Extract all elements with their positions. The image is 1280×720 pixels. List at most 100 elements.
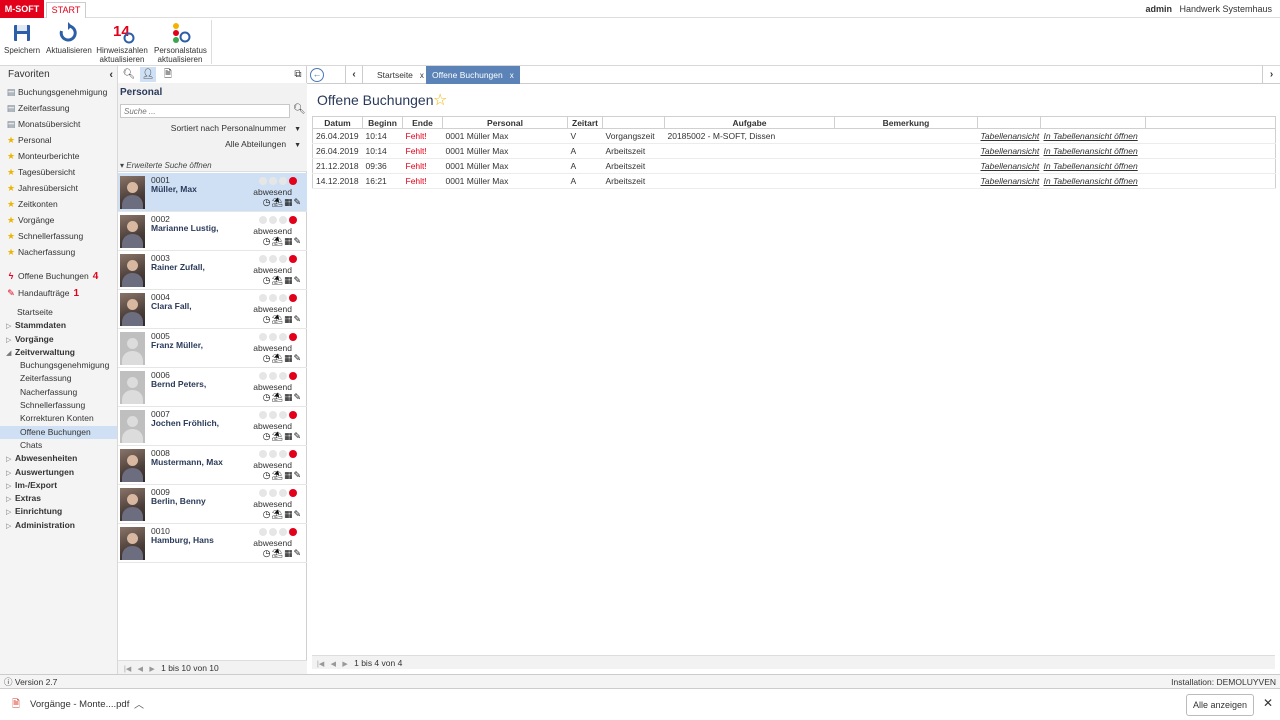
tab-offene-buchungen[interactable]: Offene Buchungen x	[426, 66, 520, 84]
pencil-icon[interactable]: ✎	[293, 431, 302, 441]
clock-icon[interactable]: ◷	[263, 548, 272, 558]
nav-sub-item[interactable]: Chats	[0, 439, 117, 452]
popout-icon[interactable]: ⧉	[290, 67, 306, 82]
favorite-item[interactable]: ★ Schnellerfassung	[0, 228, 117, 244]
nav-group[interactable]: ▷ Extras	[0, 492, 117, 505]
column-header[interactable]	[602, 116, 665, 129]
person-row[interactable]: 0001 Müller, Max abwesend ◷⛱▦✎	[118, 173, 307, 212]
search-icon[interactable]: 🔍︎	[121, 67, 137, 82]
nav-group[interactable]: ▷ Im-/Export	[0, 479, 117, 492]
open-in-table-link[interactable]: In Tabellenansicht öffnen	[1044, 131, 1138, 141]
umbrella-icon[interactable]: ⛱	[272, 509, 284, 519]
pencil-icon[interactable]: ✎	[293, 197, 302, 207]
person-row[interactable]: 0005 Franz Müller, abwesend ◷⛱▦✎	[118, 329, 307, 368]
clock-icon[interactable]: ◷	[263, 470, 272, 480]
tab-startseite[interactable]: Startseite x	[371, 66, 430, 84]
department-select[interactable]: Alle Abteilungen ▼	[225, 139, 301, 149]
extended-search-toggle[interactable]: ▾ Erweiterte Suche öffnen	[120, 161, 212, 170]
umbrella-icon[interactable]: ⛱	[272, 353, 284, 363]
alert-item[interactable]: ✎ Handaufträge 1	[0, 285, 117, 302]
person-row[interactable]: 0002 Marianne Lustig, abwesend ◷⛱▦✎	[118, 212, 307, 251]
umbrella-icon[interactable]: ⛱	[272, 392, 284, 402]
close-icon[interactable]: x	[420, 71, 424, 80]
nav-group[interactable]: ▷ Einrichtung	[0, 505, 117, 518]
umbrella-icon[interactable]: ⛱	[272, 314, 284, 324]
nav-startseite[interactable]: Startseite	[0, 306, 117, 319]
column-header[interactable]	[1040, 116, 1146, 129]
download-item[interactable]: 🗎 Vorgänge - Monte....pdf	[12, 697, 129, 714]
personnel-search-input[interactable]	[120, 104, 290, 118]
nav-sub-item[interactable]: Korrekturen Konten	[0, 412, 117, 425]
column-header[interactable]: Datum	[312, 116, 363, 129]
nav-sub-item[interactable]: Offene Buchungen	[0, 425, 117, 439]
clock-icon[interactable]: ◷	[263, 509, 272, 519]
favorite-item[interactable]: ★ Monteurberichte	[0, 148, 117, 164]
column-header[interactable]: Beginn	[362, 116, 403, 129]
pencil-icon[interactable]: ✎	[293, 392, 302, 402]
column-header[interactable]: Personal	[442, 116, 568, 129]
favorite-item[interactable]: ★ Nacherfassung	[0, 244, 117, 260]
nav-group[interactable]: ▷ Administration	[0, 519, 117, 532]
nav-group[interactable]: ▷ Stammdaten	[0, 319, 117, 332]
favorite-item[interactable]: ★ Vorgänge	[0, 212, 117, 228]
table-view-link[interactable]: Tabellenansicht	[981, 131, 1040, 141]
clock-icon[interactable]: ◷	[263, 353, 272, 363]
clock-icon[interactable]: ◷	[263, 431, 272, 441]
column-header[interactable]: Zeitart	[567, 116, 603, 129]
table-view-link[interactable]: Tabellenansicht	[981, 176, 1040, 186]
umbrella-icon[interactable]: ⛱	[272, 197, 284, 207]
person-row[interactable]: 0004 Clara Fall, abwesend ◷⛱▦✎	[118, 290, 307, 329]
nav-sub-item[interactable]: Buchungsgenehmigung	[0, 359, 117, 372]
close-icon[interactable]: x	[510, 71, 514, 80]
open-in-table-link[interactable]: In Tabellenansicht öffnen	[1044, 161, 1138, 171]
table-row[interactable]: 14.12.2018 16:21 Fehlt! 0001 Müller Max A Arb…	[312, 173, 1276, 189]
pencil-icon[interactable]: ✎	[293, 275, 302, 285]
table-view-link[interactable]: Tabellenansicht	[981, 161, 1040, 171]
favorite-item[interactable]: ▤ Buchungsgenehmigung	[0, 84, 117, 100]
nav-sub-item[interactable]: Zeiterfassung	[0, 372, 117, 385]
person-view-icon[interactable]: 👤︎	[140, 67, 156, 82]
user-name[interactable]: admin	[1145, 0, 1172, 18]
tab-scroll-left-icon[interactable]: ‹	[345, 66, 363, 84]
pencil-icon[interactable]: ✎	[293, 470, 302, 480]
collapse-sidebar-icon[interactable]: ‹	[109, 66, 113, 84]
column-header[interactable]: Aufgabe	[664, 116, 835, 129]
person-row[interactable]: 0006 Bernd Peters, abwesend ◷⛱▦✎	[118, 368, 307, 407]
chevron-up-icon[interactable]: ︿	[134, 696, 144, 711]
nav-group[interactable]: ▷ Vorgänge	[0, 333, 117, 346]
nav-group[interactable]: ◢ Zeitverwaltung	[0, 346, 117, 359]
clock-icon[interactable]: ◷	[263, 197, 272, 207]
pencil-icon[interactable]: ✎	[293, 548, 302, 558]
show-all-button[interactable]: Alle anzeigen	[1186, 694, 1254, 716]
umbrella-icon[interactable]: ⛱	[272, 236, 284, 246]
first-page-icon[interactable]: |◀	[317, 661, 324, 668]
column-header[interactable]	[1145, 116, 1276, 129]
table-row[interactable]: 26.04.2019 10:14 Fehlt! 0001 Müller Max V Vor…	[312, 128, 1276, 144]
person-row[interactable]: 0010 Hamburg, Hans abwesend ◷⛱▦✎	[118, 524, 307, 563]
refresh-hints-button[interactable]: 14 Hinweiszahlen aktualisieren	[96, 22, 148, 64]
favorite-star-icon[interactable]: ☆	[433, 90, 447, 110]
open-in-table-link[interactable]: In Tabellenansicht öffnen	[1044, 176, 1138, 186]
favorite-item[interactable]: ▤ Zeiterfassung	[0, 100, 117, 116]
clock-icon[interactable]: ◷	[263, 275, 272, 285]
clock-icon[interactable]: ◷	[263, 314, 272, 324]
prev-page-icon[interactable]: ◀	[331, 661, 336, 668]
tab-start[interactable]: START	[46, 2, 86, 18]
column-header[interactable]: Bemerkung	[834, 116, 978, 129]
refresh-status-button[interactable]: Personalstatus aktualisieren	[154, 22, 207, 64]
person-row[interactable]: 0003 Rainer Zufall, abwesend ◷⛱▦✎	[118, 251, 307, 290]
open-in-table-link[interactable]: In Tabellenansicht öffnen	[1044, 146, 1138, 156]
column-header[interactable]	[977, 116, 1041, 129]
column-header[interactable]: Ende	[402, 116, 443, 129]
table-row[interactable]: 21.12.2018 09:36 Fehlt! 0001 Müller Max A Arb…	[312, 158, 1276, 174]
nav-group[interactable]: ▷ Auswertungen	[0, 466, 117, 479]
umbrella-icon[interactable]: ⛱	[272, 431, 284, 441]
first-page-icon[interactable]: |◀	[124, 666, 131, 673]
sort-select[interactable]: Sortiert nach Personalnummer ▼	[171, 123, 301, 133]
prev-page-icon[interactable]: ◀	[138, 666, 143, 673]
table-view-link[interactable]: Tabellenansicht	[981, 146, 1040, 156]
alert-item[interactable]: ϟ Offene Buchungen 4	[0, 268, 117, 285]
refresh-button[interactable]: Aktualisieren	[46, 22, 92, 55]
table-row[interactable]: 26.04.2019 10:14 Fehlt! 0001 Müller Max A Arb…	[312, 143, 1276, 159]
nav-sub-item[interactable]: Schnellerfassung	[0, 399, 117, 412]
